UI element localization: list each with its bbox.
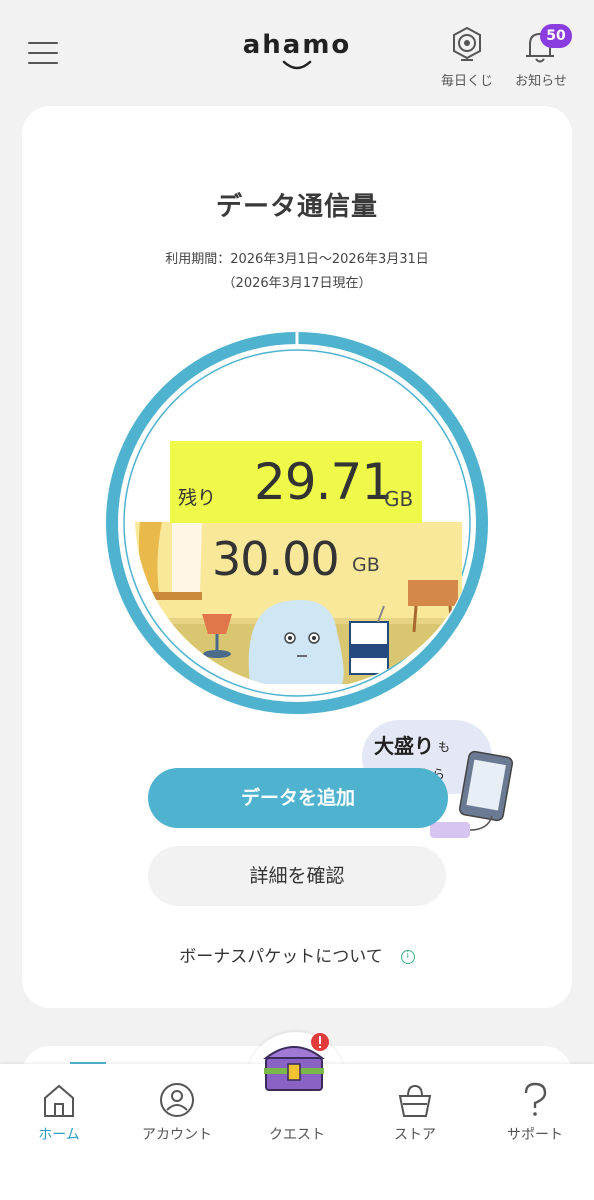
lottery-icon (453, 26, 481, 61)
remaining-label: 残り (178, 487, 217, 509)
nav-store-label: ストア (394, 1127, 436, 1143)
nav-account-label: アカウント (142, 1127, 212, 1143)
notifications-button[interactable]: 50 お知らせ (506, 22, 576, 92)
promo-title: 大盛り (374, 734, 434, 758)
shopping-bag-icon (398, 1084, 432, 1117)
ahamo-logo: ahamo (234, 30, 360, 74)
info-icon: i (400, 950, 415, 964)
bonus-packet-label: ボーナスパケットについて (179, 947, 383, 967)
data-usage-card: データ通信量 利用期間：2026年3月1日〜2026年3月31日 （2026年3… (22, 106, 572, 1008)
home-icon (44, 1084, 74, 1117)
app-header: ahamo 毎日くじ 50 お知らせ (0, 0, 594, 100)
nav-store[interactable]: ストア (356, 1064, 474, 1164)
hamburger-menu-icon[interactable] (28, 40, 60, 66)
question-icon (524, 1082, 547, 1116)
add-data-button[interactable]: データを追加 (148, 768, 448, 828)
remaining-data-unit: GB (384, 487, 414, 511)
notification-count-badge: 50 (540, 24, 572, 48)
nav-account[interactable]: アカウント (118, 1064, 236, 1164)
usage-period: 利用期間：2026年3月1日〜2026年3月31日 (165, 252, 429, 267)
daily-lottery-button[interactable]: 毎日くじ (432, 22, 502, 92)
treasure-chest-icon (263, 1033, 329, 1091)
remaining-data-highlight: 残り 29.71 GB (170, 441, 422, 523)
bottom-navigation: ホーム アカウント クエスト ストア サポート (0, 1033, 594, 1200)
bonus-packet-link[interactable]: ボーナスパケットについて i (22, 942, 572, 967)
logo-smile-icon (282, 60, 312, 70)
account-icon (160, 1083, 194, 1117)
total-data-unit: GB (352, 554, 380, 576)
nav-support-label: サポート (507, 1127, 563, 1143)
nav-support[interactable]: サポート (476, 1064, 594, 1164)
view-details-button[interactable]: 詳細を確認 (148, 846, 446, 906)
total-data-value: 30.00 (212, 532, 340, 586)
nav-quest-label: クエスト (269, 1127, 325, 1143)
page-title: データ通信量 (215, 192, 378, 222)
notifications-label: お知らせ (515, 74, 567, 89)
usage-as-of-date: （2026年3月17日現在） (222, 276, 372, 291)
nav-home[interactable]: ホーム (0, 1064, 118, 1164)
nav-home-label: ホーム (38, 1127, 80, 1143)
nav-quest[interactable]: クエスト (238, 1033, 356, 1164)
remaining-data-value: 29.71 (254, 453, 393, 511)
lottery-label: 毎日くじ (440, 74, 493, 89)
